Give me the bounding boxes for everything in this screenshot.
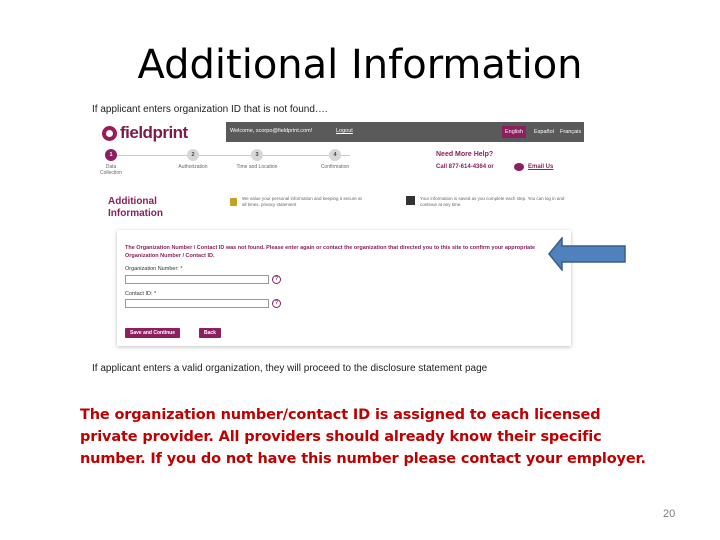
step-confirmation: 4 Confirmation bbox=[300, 149, 370, 170]
logo-text: fieldprint bbox=[120, 123, 188, 142]
step-number: 3 bbox=[251, 149, 263, 161]
fieldprint-screenshot: fieldprint Welcome, scorpo@fieldprint.co… bbox=[100, 122, 584, 347]
lang-english[interactable]: English bbox=[502, 126, 527, 138]
step-number: 2 bbox=[187, 149, 199, 161]
lock-icon bbox=[230, 198, 237, 206]
step-authorization: 2 Authorization bbox=[158, 149, 228, 170]
step-label: Authorization bbox=[178, 164, 208, 170]
step-label: Confirmation bbox=[320, 164, 350, 170]
floppy-disk-icon bbox=[406, 196, 415, 205]
step-number: 1 bbox=[105, 149, 117, 161]
page-number: 20 bbox=[663, 508, 676, 520]
fieldprint-logo-icon bbox=[102, 125, 117, 141]
logout-link[interactable]: Logout bbox=[336, 128, 353, 134]
step-number: 4 bbox=[329, 149, 341, 161]
step-time-location: 3 Time and Location bbox=[222, 149, 292, 170]
explanation-text: The organization number/contact ID is as… bbox=[80, 407, 646, 467]
back-button[interactable]: Back bbox=[199, 328, 221, 338]
help-phone: Call 877-614-4364 or bbox=[436, 164, 494, 170]
section-title: Additional Information bbox=[108, 196, 163, 219]
organization-form: The Organization Number / Contact ID was… bbox=[117, 230, 571, 346]
help-question-icon[interactable]: ? bbox=[272, 299, 281, 308]
help-title: Need More Help? bbox=[436, 151, 494, 158]
step-data-collection: 1 Data Collection bbox=[76, 149, 146, 176]
save-continue-button[interactable]: Save and Continue bbox=[125, 328, 181, 338]
account-bar: Welcome, scorpo@fieldprint.com! Logout E… bbox=[226, 122, 584, 142]
privacy-notice: We value your personal information and k… bbox=[242, 196, 362, 207]
lang-francais[interactable]: Français bbox=[557, 126, 584, 138]
contact-id-input[interactable] bbox=[125, 299, 269, 308]
step-label: Data Collection bbox=[100, 164, 122, 176]
caption-valid: If applicant enters a valid organization… bbox=[92, 363, 488, 374]
step-label: Time and Location bbox=[236, 164, 278, 170]
slide-title: Additional Information bbox=[137, 42, 583, 88]
caption-not-found: If applicant enters organization ID that… bbox=[92, 104, 328, 115]
email-us-link[interactable]: Email Us bbox=[528, 164, 553, 170]
contact-id-label: Contact ID: * bbox=[125, 291, 157, 297]
lang-espanol[interactable]: Español bbox=[531, 126, 557, 138]
org-number-input[interactable] bbox=[125, 275, 269, 284]
help-question-icon[interactable]: ? bbox=[272, 275, 281, 284]
welcome-text: Welcome, scorpo@fieldprint.com! bbox=[230, 128, 313, 134]
org-number-label: Organization Number: * bbox=[125, 266, 183, 272]
chat-bubble-icon bbox=[514, 163, 524, 171]
save-notice: Your information is saved as you complet… bbox=[420, 196, 565, 207]
fieldprint-logo[interactable]: fieldprint bbox=[102, 122, 188, 144]
error-message: The Organization Number / Contact ID was… bbox=[125, 245, 536, 259]
brand-bar: fieldprint Welcome, scorpo@fieldprint.co… bbox=[100, 122, 584, 144]
left-arrow-icon bbox=[548, 237, 626, 271]
